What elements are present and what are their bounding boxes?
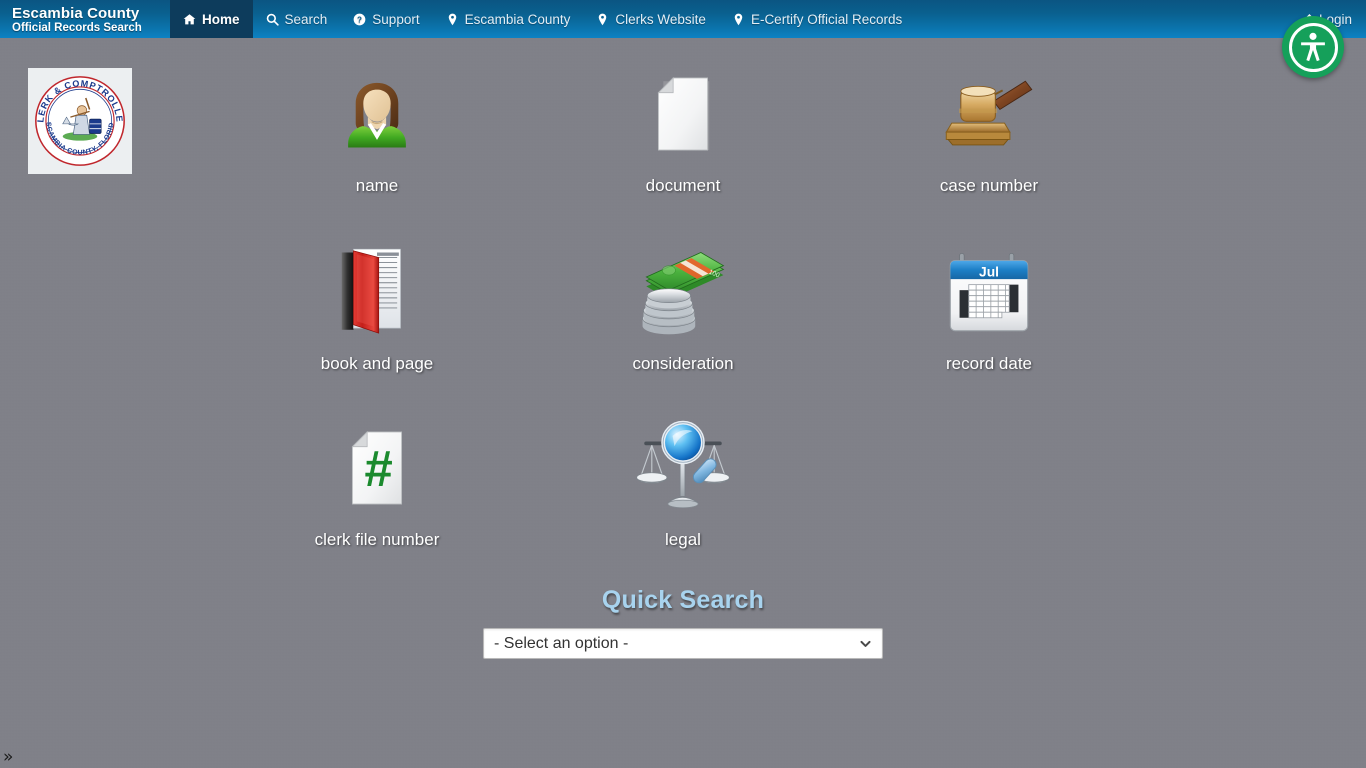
- person-icon: [325, 62, 429, 166]
- quick-search-title: Quick Search: [601, 586, 765, 614]
- expand-panel-toggle[interactable]: »: [3, 749, 13, 766]
- nav-item-escambia-county[interactable]: Escambia County: [433, 0, 584, 38]
- tile-record-date[interactable]: Jul record date: [836, 240, 1142, 374]
- top-navigation-bar: Escambia County Official Records Search …: [0, 0, 1366, 38]
- calendar-icon: Jul: [937, 240, 1041, 344]
- tile-name-label: name: [355, 176, 399, 195]
- search-tiles-row-1: name document case number: [0, 62, 1366, 196]
- county-seal-logo[interactable]: CLERK & COMPTROLLER ESCAMBIA COUNTY, FLO…: [28, 68, 132, 174]
- seal-graphic: CLERK & COMPTROLLER ESCAMBIA COUNTY, FLO…: [32, 73, 125, 166]
- nav-item-escambia-county-label: Escambia County: [464, 11, 571, 27]
- tile-book-and-page-label: book and page: [320, 354, 434, 373]
- document-icon: [631, 62, 735, 166]
- tile-clerk-file-number-label: clerk file number: [314, 530, 440, 549]
- accessibility-icon: [1288, 22, 1338, 72]
- tile-document[interactable]: document: [530, 62, 836, 196]
- tile-empty-slot: [836, 416, 1142, 550]
- help-circle-icon: ?: [353, 13, 366, 26]
- nav-item-e-certify-label: E-Certify Official Records: [750, 11, 903, 27]
- accessibility-button[interactable]: [1282, 16, 1344, 78]
- nav-item-support[interactable]: ? Support: [340, 0, 432, 38]
- map-pin-icon: [446, 13, 459, 26]
- chevron-down-icon: [858, 637, 872, 651]
- search-tiles-grid: name document case number book and page …: [0, 38, 1366, 550]
- book-icon: [325, 240, 429, 344]
- gavel-icon: [937, 62, 1041, 166]
- map-pin-icon: [596, 13, 609, 26]
- tile-consideration[interactable]: 100 consideration: [530, 240, 836, 374]
- nav-item-clerks-website[interactable]: Clerks Website: [583, 0, 719, 38]
- tile-record-date-label: record date: [946, 354, 1032, 373]
- map-pin-icon: [732, 13, 745, 26]
- site-brand[interactable]: Escambia County Official Records Search: [0, 0, 170, 38]
- nav-item-search-label: Search: [284, 11, 328, 27]
- tile-document-label: document: [645, 176, 721, 195]
- nav-item-support-label: Support: [372, 11, 420, 27]
- quick-search-select[interactable]: - Select an option -: [483, 628, 883, 659]
- search-icon: [266, 13, 279, 26]
- calendar-month-text: Jul: [979, 264, 999, 279]
- tile-clerk-file-number[interactable]: # clerk file number: [224, 416, 530, 550]
- money-icon: 100: [631, 240, 735, 344]
- hash-glyph: #: [364, 440, 392, 497]
- tile-consideration-label: consideration: [632, 354, 734, 373]
- hash-document-icon: #: [325, 416, 429, 520]
- nav-item-home[interactable]: Home: [170, 0, 253, 38]
- home-icon: [183, 13, 196, 26]
- brand-title: Escambia County: [12, 5, 140, 23]
- tile-legal[interactable]: legal: [530, 416, 836, 550]
- nav-item-e-certify-official-records[interactable]: E-Certify Official Records: [719, 0, 915, 38]
- nav-item-home-label: Home: [202, 11, 240, 27]
- tile-legal-label: legal: [665, 530, 701, 549]
- nav-item-clerks-website-label: Clerks Website: [615, 11, 706, 27]
- scales-magnifier-icon: [631, 416, 735, 520]
- quick-search-section: Quick Search - Select an option -: [0, 586, 1366, 659]
- search-tiles-row-3: # clerk file number legal: [0, 416, 1366, 550]
- nav-item-search[interactable]: Search: [253, 0, 341, 38]
- tile-book-and-page[interactable]: book and page: [224, 240, 530, 374]
- nav-items: Home Search ? Support Escambia County Cl…: [170, 0, 915, 38]
- tile-case-number-label: case number: [939, 176, 1039, 195]
- quick-search-select-value: - Select an option -: [494, 634, 629, 652]
- tile-name[interactable]: name: [224, 62, 530, 196]
- svg-text:?: ?: [357, 15, 362, 24]
- search-tiles-row-2: book and page 100 consideration Jul reco…: [0, 240, 1366, 374]
- tile-case-number[interactable]: case number: [836, 62, 1142, 196]
- brand-subtitle: Official Records Search: [12, 21, 142, 34]
